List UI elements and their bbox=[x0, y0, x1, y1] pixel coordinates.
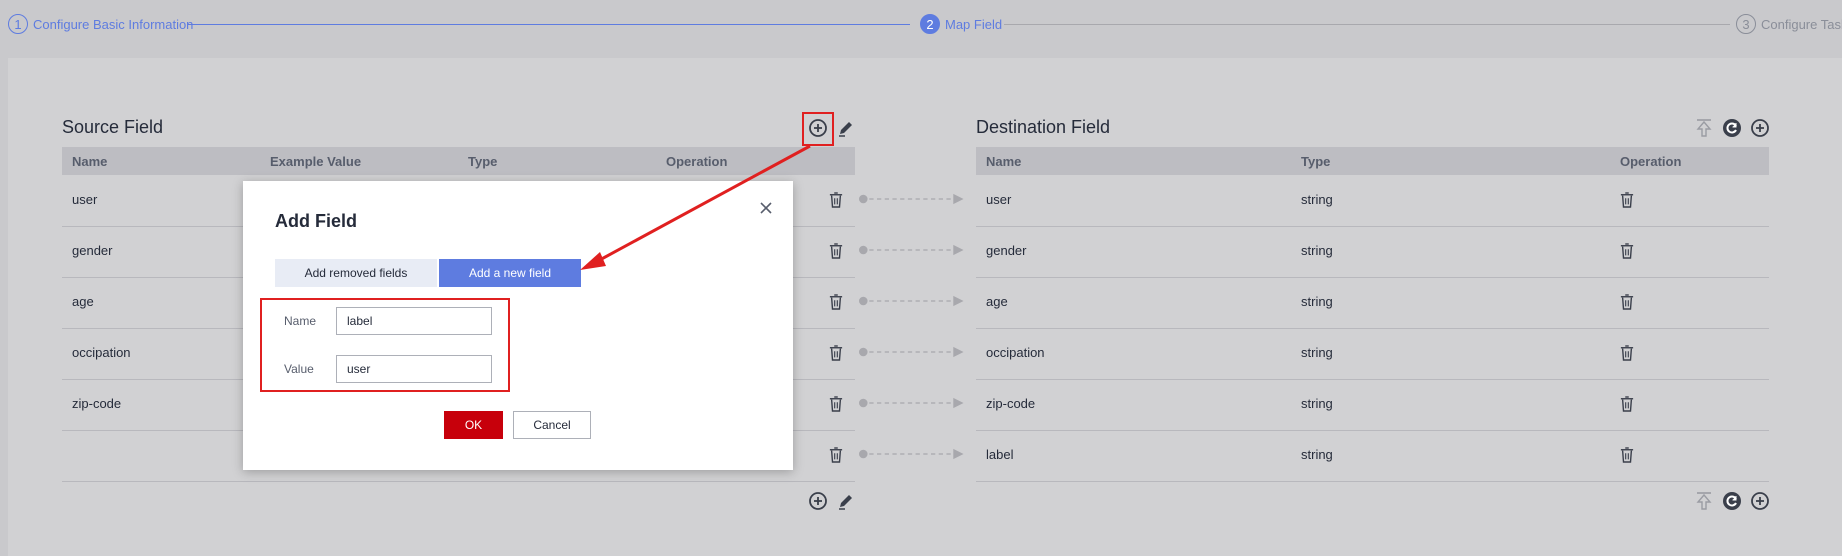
destination-table-row: gender string bbox=[976, 226, 1769, 278]
dialog-title: Add Field bbox=[275, 211, 357, 231]
mapping-connector bbox=[859, 346, 964, 358]
value-input[interactable] bbox=[336, 355, 492, 383]
step-map-field[interactable]: 2 Map Field bbox=[920, 14, 1002, 34]
refresh-icon-bottom[interactable] bbox=[1722, 491, 1742, 511]
column-header-operation: Operation bbox=[1620, 154, 1682, 169]
upload-icon[interactable] bbox=[1694, 118, 1714, 138]
step-configure-task[interactable]: 3 Configure Task bbox=[1736, 14, 1842, 34]
ok-button[interactable]: OK bbox=[444, 411, 503, 439]
source-delete-trash-icon[interactable] bbox=[829, 345, 843, 361]
destination-delete-trash-icon[interactable] bbox=[1620, 345, 1634, 361]
destination-field-type: string bbox=[1301, 396, 1333, 411]
step-label: Configure Basic Information bbox=[33, 16, 194, 32]
destination-delete-trash-icon[interactable] bbox=[1620, 294, 1634, 310]
destination-field-name: gender bbox=[986, 243, 1027, 258]
destination-table-header: Name Type Operation bbox=[976, 147, 1769, 175]
step-label: Map Field bbox=[945, 16, 1003, 32]
mapping-connector bbox=[859, 193, 964, 205]
source-field-name: user bbox=[72, 192, 98, 207]
column-header-type: Type bbox=[1301, 154, 1331, 169]
step-connector-line bbox=[1004, 24, 1730, 25]
destination-field-name: occipation bbox=[986, 345, 1045, 360]
destination-field-type: string bbox=[1301, 345, 1333, 360]
source-field-title: Source Field bbox=[62, 117, 164, 137]
destination-table-row: age string bbox=[976, 277, 1769, 329]
source-field-name: gender bbox=[72, 243, 113, 258]
edit-icon[interactable] bbox=[836, 118, 856, 138]
add-destination-icon[interactable] bbox=[1750, 118, 1770, 138]
step-number: 1 bbox=[8, 14, 28, 34]
step-configure-basic-information[interactable]: 1 Configure Basic Information bbox=[8, 14, 193, 34]
tab-add-new-field[interactable]: Add a new field bbox=[439, 259, 581, 287]
value-label: Value bbox=[284, 362, 314, 376]
add-field-icon-bottom[interactable] bbox=[808, 491, 828, 511]
source-field-name: age bbox=[72, 294, 94, 309]
column-header-name: Name bbox=[986, 154, 1022, 169]
destination-table-row: zip-code string bbox=[976, 379, 1769, 431]
destination-field-type: string bbox=[1301, 447, 1333, 462]
source-delete-trash-icon[interactable] bbox=[829, 243, 843, 259]
source-field-name: occipation bbox=[72, 345, 131, 360]
column-header-type: Type bbox=[468, 154, 498, 169]
destination-delete-trash-icon[interactable] bbox=[1620, 243, 1634, 259]
destination-field-title: Destination Field bbox=[976, 117, 1111, 137]
close-icon[interactable] bbox=[757, 199, 775, 217]
source-delete-trash-icon[interactable] bbox=[829, 396, 843, 412]
source-field-name: zip-code bbox=[72, 396, 122, 411]
destination-table-row: label string bbox=[976, 430, 1769, 482]
source-table-header: Name Example Value Type Operation bbox=[62, 147, 855, 175]
column-header-example-value: Example Value bbox=[270, 154, 362, 169]
destination-field-name: user bbox=[986, 192, 1012, 207]
destination-table-row: occipation string bbox=[976, 328, 1769, 380]
name-input[interactable] bbox=[336, 307, 492, 335]
mapping-connector bbox=[859, 397, 964, 409]
step-number: 2 bbox=[920, 14, 940, 34]
add-destination-icon-bottom[interactable] bbox=[1750, 491, 1770, 511]
mapping-connector bbox=[859, 448, 964, 460]
destination-delete-trash-icon[interactable] bbox=[1620, 396, 1634, 412]
destination-table-row: user string bbox=[976, 175, 1769, 227]
column-header-operation: Operation bbox=[666, 154, 728, 169]
destination-field-name: age bbox=[986, 294, 1008, 309]
mapping-connector bbox=[859, 295, 964, 307]
step-connector-line bbox=[188, 24, 910, 25]
annotation-highlight-add-icon bbox=[802, 112, 834, 146]
destination-field-type: string bbox=[1301, 243, 1333, 258]
source-delete-trash-icon[interactable] bbox=[829, 294, 843, 310]
add-field-dialog: Add Field Add removed fields Add a new f… bbox=[243, 181, 793, 470]
column-header-name: Name bbox=[72, 154, 108, 169]
mapping-connector bbox=[859, 244, 964, 256]
step-label: Configure Task bbox=[1761, 16, 1842, 32]
upload-icon-bottom[interactable] bbox=[1694, 491, 1714, 511]
refresh-icon[interactable] bbox=[1722, 118, 1742, 138]
destination-delete-trash-icon[interactable] bbox=[1620, 447, 1634, 463]
destination-delete-trash-icon[interactable] bbox=[1620, 192, 1634, 208]
source-delete-trash-icon[interactable] bbox=[829, 192, 843, 208]
cancel-button[interactable]: Cancel bbox=[513, 411, 591, 439]
name-label: Name bbox=[284, 314, 317, 328]
stepper: 1 Configure Basic Information 2 Map Fiel… bbox=[0, 0, 1842, 48]
destination-field-name: label bbox=[986, 447, 1014, 462]
step-number: 3 bbox=[1736, 14, 1756, 34]
destination-field-type: string bbox=[1301, 294, 1333, 309]
tab-add-removed-fields[interactable]: Add removed fields bbox=[275, 259, 437, 287]
source-delete-trash-icon[interactable] bbox=[829, 447, 843, 463]
edit-icon-bottom[interactable] bbox=[836, 491, 856, 511]
destination-field-name: zip-code bbox=[986, 396, 1036, 411]
destination-field-type: string bbox=[1301, 192, 1333, 207]
